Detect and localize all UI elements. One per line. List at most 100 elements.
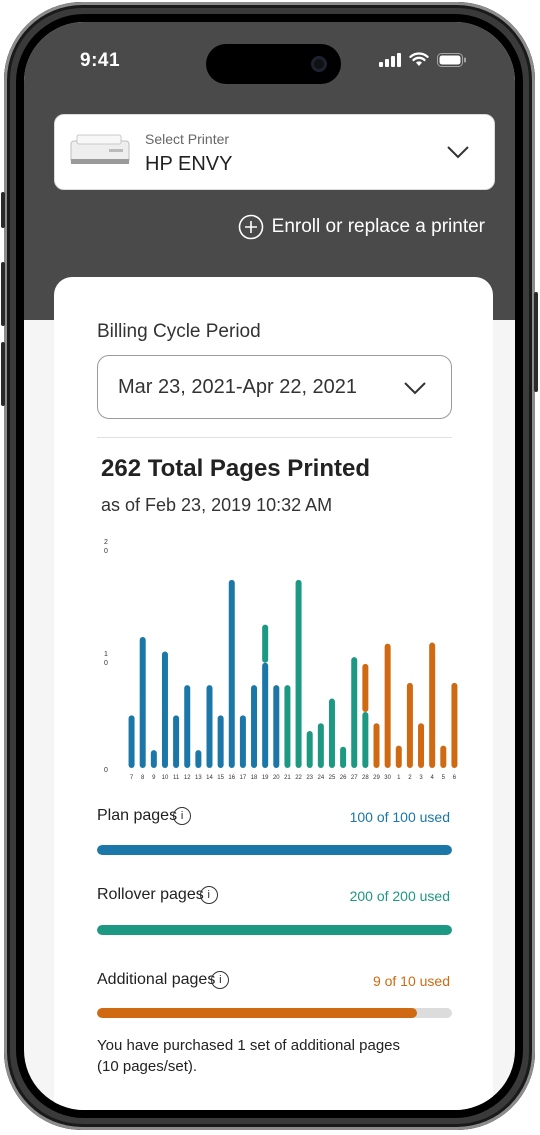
printer-selector[interactable]: Select Printer HP ENVY <box>54 114 495 190</box>
x-tick-label: 20 <box>273 775 280 780</box>
chart-bar <box>139 636 146 768</box>
chart-bar <box>362 712 369 768</box>
power-button <box>534 292 538 392</box>
printer-name: HP ENVY <box>145 153 233 175</box>
x-tick-label: 14 <box>206 775 213 780</box>
app-screen: 9:41 Select Printer HP ENVY Enroll or re… <box>24 22 515 1110</box>
plan-pages-label: Plan pages <box>97 807 178 824</box>
x-tick-label: 16 <box>228 775 235 780</box>
x-tick-label: 29 <box>373 775 380 780</box>
plan-pages-value: 100 of 100 used <box>349 809 450 825</box>
x-tick-label: 17 <box>240 775 247 780</box>
billing-cycle-select[interactable]: Mar 23, 2021-Apr 22, 2021 <box>97 355 452 419</box>
chart-bar <box>440 745 447 768</box>
chart-bar <box>206 685 213 768</box>
x-tick-label: 4 <box>430 775 434 780</box>
additional-pages-note: You have purchased 1 set of additional p… <box>97 1037 401 1075</box>
additional-pages-progress-fill <box>97 1008 417 1018</box>
x-tick-label: 21 <box>284 775 291 780</box>
status-time: 9:41 <box>80 50 121 71</box>
enroll-printer-link[interactable]: Enroll or replace a printer <box>238 214 485 240</box>
x-tick-label: 8 <box>141 775 145 780</box>
chart-bar <box>340 746 347 768</box>
plan-pages-row: Plan pages i <box>97 807 192 825</box>
info-icon[interactable]: i <box>211 971 230 989</box>
x-tick-label: 25 <box>329 775 336 780</box>
volume-down-button <box>1 342 5 406</box>
usage-card: Billing Cycle Period Mar 23, 2021-Apr 22… <box>54 277 493 1110</box>
volume-up-button <box>1 262 5 326</box>
plan-pages-progress-fill <box>97 845 452 855</box>
rollover-pages-value: 200 of 200 used <box>349 888 450 904</box>
x-tick-label: 13 <box>195 775 202 780</box>
x-tick-label: 7 <box>130 775 134 780</box>
chart-bar <box>328 698 335 768</box>
chart-bar <box>184 685 191 768</box>
y-tick-label: 0 <box>104 767 108 774</box>
info-icon[interactable]: i <box>173 807 192 825</box>
rollover-pages-label: Rollover pages <box>97 886 204 903</box>
chart-bar <box>384 643 391 768</box>
info-icon[interactable]: i <box>199 886 218 904</box>
chart-bar <box>239 715 246 768</box>
chart-bar <box>217 715 224 768</box>
x-tick-label: 27 <box>351 775 358 780</box>
chart-bar <box>306 731 313 768</box>
x-tick-label: 22 <box>295 775 302 780</box>
chart-bar <box>362 663 369 712</box>
camera-icon <box>311 56 327 72</box>
x-tick-label: 24 <box>317 775 324 780</box>
x-tick-label: 15 <box>217 775 224 780</box>
rollover-pages-progress-fill <box>97 925 452 935</box>
total-pages-printed: 262 Total Pages Printed <box>101 455 370 482</box>
status-bar: 9:41 <box>24 22 515 102</box>
chart-bar <box>451 682 458 768</box>
chart-bar <box>429 642 436 768</box>
x-tick-label: 23 <box>306 775 313 780</box>
x-tick-label: 19 <box>262 775 269 780</box>
billing-cycle-value: Mar 23, 2021-Apr 22, 2021 <box>118 376 358 398</box>
x-tick-label: 30 <box>384 775 391 780</box>
y-tick-label: 2 <box>104 539 108 546</box>
chevron-down-icon <box>404 382 426 395</box>
daily-usage-chart: 201007 8 9 10 11 12 13 14 15 16 17 18 19 20 21 22 23 24 25… <box>104 539 458 780</box>
printer-image <box>70 134 130 164</box>
additional-pages-label: Additional pages <box>97 971 216 988</box>
chart-bar <box>195 750 202 768</box>
chart-bar <box>150 750 157 768</box>
select-printer-label: Select Printer <box>145 131 230 147</box>
y-tick-label: 1 <box>104 651 108 658</box>
chevron-down-icon[interactable] <box>447 145 469 159</box>
additional-pages-value: 9 of 10 used <box>372 973 450 989</box>
plan-pages-progress <box>97 845 452 855</box>
y-tick-label: 0 <box>104 660 108 667</box>
chart-bar <box>262 624 269 663</box>
y-tick-label: 0 <box>104 548 108 555</box>
chart-bar <box>373 723 380 768</box>
chart-bar <box>317 723 324 768</box>
x-tick-label: 18 <box>251 775 258 780</box>
x-tick-label: 1 <box>397 775 401 780</box>
rollover-pages-progress <box>97 925 452 935</box>
mute-switch <box>1 192 5 228</box>
x-tick-label: 28 <box>362 775 369 780</box>
x-tick-label: 6 <box>453 775 457 780</box>
phone-bezel: 9:41 Select Printer HP ENVY Enroll or re… <box>16 14 523 1118</box>
chart-bar <box>418 723 425 768</box>
chart-bar <box>262 662 269 768</box>
billing-cycle-label: Billing Cycle Period <box>97 321 261 342</box>
x-tick-label: 26 <box>340 775 347 780</box>
x-tick-label: 3 <box>419 775 423 780</box>
battery-icon <box>437 52 466 67</box>
x-tick-label: 11 <box>173 775 180 780</box>
enroll-printer-label: Enroll or replace a printer <box>271 216 485 237</box>
dynamic-island <box>206 44 341 84</box>
x-tick-label: 12 <box>184 775 191 780</box>
x-tick-label: 2 <box>408 775 412 780</box>
as-of-timestamp: as of Feb 23, 2019 10:32 AM <box>101 495 333 515</box>
chart-bar <box>273 685 280 768</box>
phone-frame: 9:41 Select Printer HP ENVY Enroll or re… <box>1 2 538 1130</box>
chart-bar <box>251 685 258 768</box>
x-tick-label: 9 <box>152 775 156 780</box>
chart-bar <box>351 657 358 768</box>
